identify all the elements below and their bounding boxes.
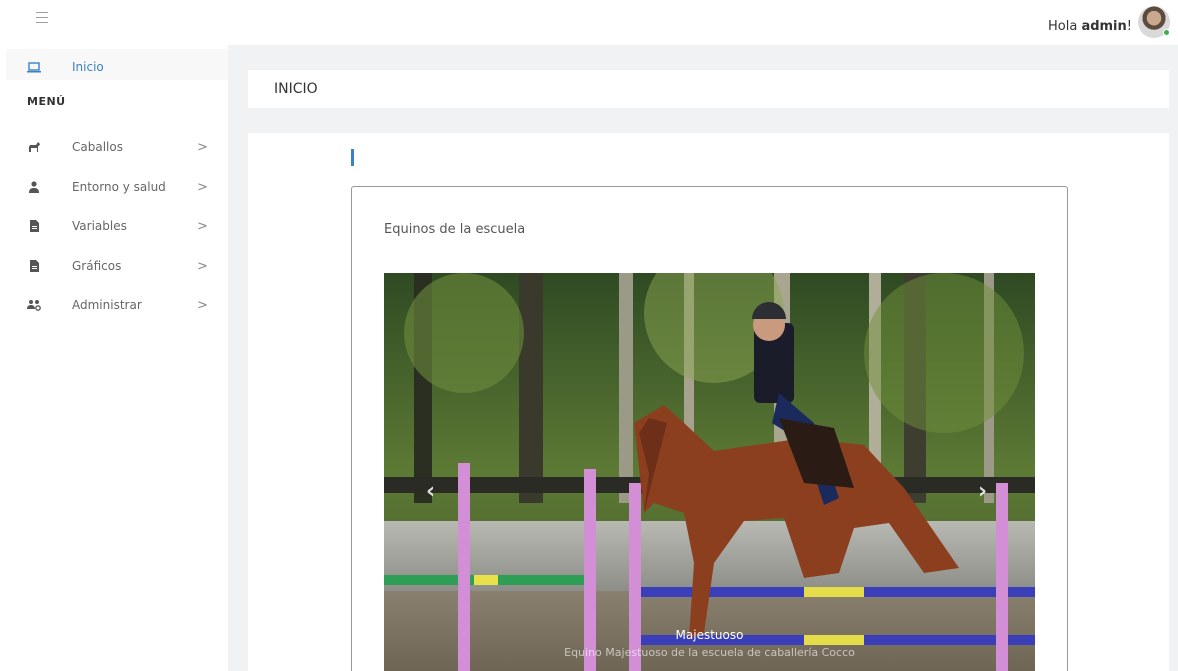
laptop-icon [27,60,41,74]
carousel-next-button[interactable]: › [978,479,987,504]
sidebar: Inicio MENÚ Caballos > Entorno y salud >… [0,45,228,671]
sidebar-item-label: Variables [72,219,127,233]
sidebar-item-label: Gráficos [72,259,122,273]
horse-jumping-photo [384,273,1035,671]
chevron-right-icon: > [197,140,208,155]
sidebar-item-inicio[interactable]: Inicio [0,53,228,83]
top-bar: Hola admin! [0,0,1178,45]
chevron-right-icon: > [197,219,208,234]
accent-bar [351,149,354,166]
chevron-right-icon: > [197,298,208,313]
sidebar-item-label: Entorno y salud [72,180,166,194]
sidebar-item-label: Caballos [72,140,123,154]
sidebar-item-caballos[interactable]: Caballos > [0,133,228,163]
online-status-icon [1163,29,1170,36]
carousel-caption-text: Equino Majestuoso de la escuela de cabal… [564,646,855,659]
sidebar-item-graficos[interactable]: Gráficos > [0,252,228,282]
hamburger-menu-icon[interactable] [36,12,48,24]
file-icon [27,259,41,273]
main-card: Equinos de la escuela ‹ › Majestuoso Equ… [248,133,1169,671]
sidebar-item-label: Inicio [72,60,104,74]
page-title: INICIO [274,81,318,97]
horse-icon [27,140,41,154]
file-icon [27,219,41,233]
chevron-right-icon: > [197,180,208,195]
users-cog-icon [27,298,41,312]
user-doctor-icon [27,180,41,194]
card-title: Equinos de la escuela [384,222,526,237]
sidebar-item-administrar[interactable]: Administrar > [0,291,228,321]
chevron-right-icon: > [197,259,208,274]
sidebar-item-entorno-y-salud[interactable]: Entorno y salud > [0,173,228,203]
menu-heading: MENÚ [27,95,66,108]
sidebar-item-label: Administrar [72,298,142,312]
carousel-prev-button[interactable]: ‹ [426,479,435,504]
page-header: INICIO [248,70,1169,108]
image-carousel[interactable]: ‹ › Majestuoso Equino Majestuoso de la e… [384,273,1035,671]
user-greeting: Hola admin! [1047,19,1132,34]
username: admin [1081,19,1127,34]
carousel-caption-title: Majestuoso [675,628,744,642]
sidebar-item-variables[interactable]: Variables > [0,212,228,242]
